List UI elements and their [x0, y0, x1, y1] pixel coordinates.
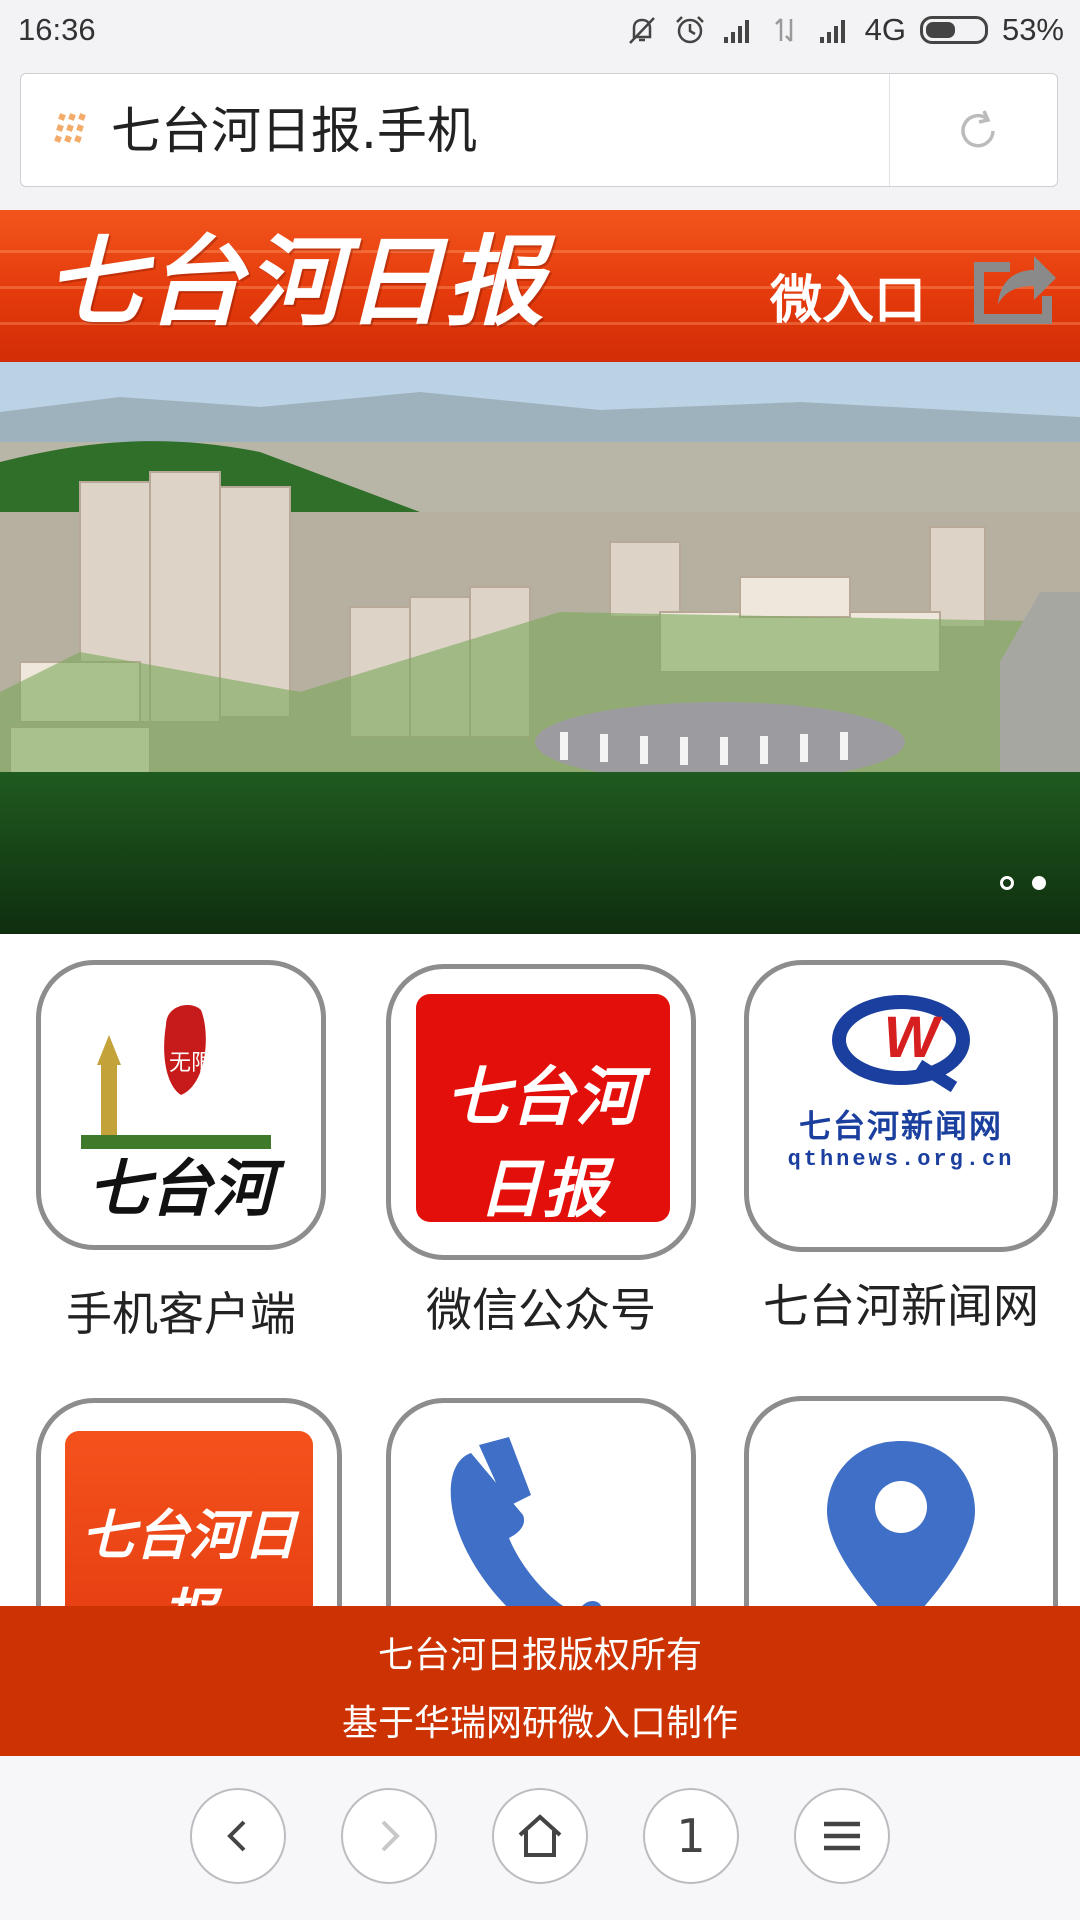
tile-mobile-client[interactable]: 无限 七台河 手机客户端	[36, 960, 326, 1341]
app-logo-square: 七台河日报	[65, 1431, 313, 1606]
menu-button[interactable]	[794, 1788, 890, 1884]
data-arrows-icon	[774, 18, 792, 42]
home-button[interactable]	[492, 1788, 588, 1884]
status-time: 16:36	[18, 12, 96, 47]
chevron-right-icon	[381, 1820, 400, 1852]
news-site-art: W 七台河新闻网 qthnews.org.cn	[744, 960, 1058, 1252]
browser-toolbar: 七台河日报.手机	[0, 60, 1080, 210]
browser-nav-bar: 1	[0, 1756, 1080, 1920]
mobile-client-art: 无限 七台河	[36, 960, 326, 1250]
powered-by-text: 基于华瑞网研微入口制作	[341, 1703, 738, 1744]
digital-paper-app-art: 七台河日报	[36, 1398, 342, 1606]
site-favicon-icon	[54, 113, 86, 143]
calligraphy-text: 七台河	[88, 1152, 286, 1225]
daily-logo-square: 七台河日报 QITAIHE DAILY	[416, 994, 670, 1255]
forward-button[interactable]	[341, 1788, 437, 1884]
map-art	[744, 1396, 1058, 1606]
battery-percent: 53%	[1001, 12, 1064, 47]
share-icon[interactable]	[968, 238, 1058, 330]
map-pin-icon	[827, 1441, 975, 1606]
carousel-dot[interactable]	[1000, 876, 1014, 890]
back-button[interactable]	[190, 1788, 286, 1884]
network-type: 4G	[864, 12, 906, 47]
menu-icon	[824, 1821, 860, 1851]
app-logo-text: 七台河日报	[81, 1503, 297, 1606]
svg-text:W: W	[884, 1005, 943, 1070]
signal-icon	[723, 20, 749, 43]
city-aerial-photo	[0, 362, 1080, 934]
tile-wechat-account[interactable]: 七台河日报 QITAIHE DAILY 微信公众号	[386, 964, 696, 1344]
copyright-footer: 七台河日报版权所有 基于华瑞网研微入口制作	[0, 1606, 1080, 1756]
carousel-dot[interactable]	[1032, 876, 1046, 890]
tile-label: 手机客户端	[66, 1287, 296, 1341]
tile-label: 七台河新闻网	[763, 1279, 1039, 1333]
seal-text: 无限	[169, 1051, 213, 1076]
tile-digital-paper-app[interactable]: 七台河日报	[36, 1398, 346, 1606]
status-bar: 16:36 4G 53%	[0, 0, 1080, 60]
daily-logo-subtext: QITAIHE DAILY	[416, 1248, 670, 1255]
news-site-logo-text: 七台河新闻网	[798, 1107, 1003, 1145]
wechat-account-art: 七台河日报 QITAIHE DAILY	[386, 964, 696, 1260]
daily-logo-text: 七台河日报	[445, 1060, 641, 1227]
phone-icon	[450, 1437, 602, 1606]
status-icons: 4G 53%	[625, 12, 1064, 48]
tile-news-site[interactable]: W 七台河新闻网 qthnews.org.cn 七台河新闻网	[744, 960, 1058, 1340]
page-title: 七台河日报.手机	[111, 102, 477, 160]
tile-phone[interactable]	[386, 1398, 696, 1606]
news-site-domain: qthnews.org.cn	[787, 1147, 1015, 1172]
home-icon	[518, 1814, 562, 1857]
qw-logo-icon: W	[832, 995, 970, 1093]
tile-label: 微信公众号	[426, 1283, 656, 1337]
mute-bell-icon	[628, 17, 655, 44]
battery-icon	[919, 16, 988, 44]
site-logo: 七台河日报	[46, 225, 547, 340]
carousel-indicators	[1000, 876, 1046, 890]
reload-icon[interactable]	[953, 106, 1003, 156]
signal-icon	[819, 20, 845, 43]
address-divider	[889, 74, 890, 186]
qitaihe-calligraphy-logo: 无限 七台河	[81, 1005, 286, 1225]
address-bar[interactable]: 七台河日报.手机	[20, 73, 1058, 187]
site-header: 七台河日报 微入口	[0, 210, 1080, 362]
tabs-button[interactable]: 1	[643, 1788, 739, 1884]
copyright-text: 七台河日报版权所有	[377, 1635, 702, 1676]
tile-map[interactable]	[744, 1396, 1058, 1606]
alarm-icon	[675, 16, 704, 44]
chevron-left-icon	[227, 1820, 246, 1852]
micro-entry-label[interactable]: 微入口	[770, 258, 926, 333]
tabs-count: 1	[676, 1809, 706, 1863]
phone-art	[386, 1398, 696, 1606]
hero-carousel[interactable]	[0, 362, 1080, 934]
